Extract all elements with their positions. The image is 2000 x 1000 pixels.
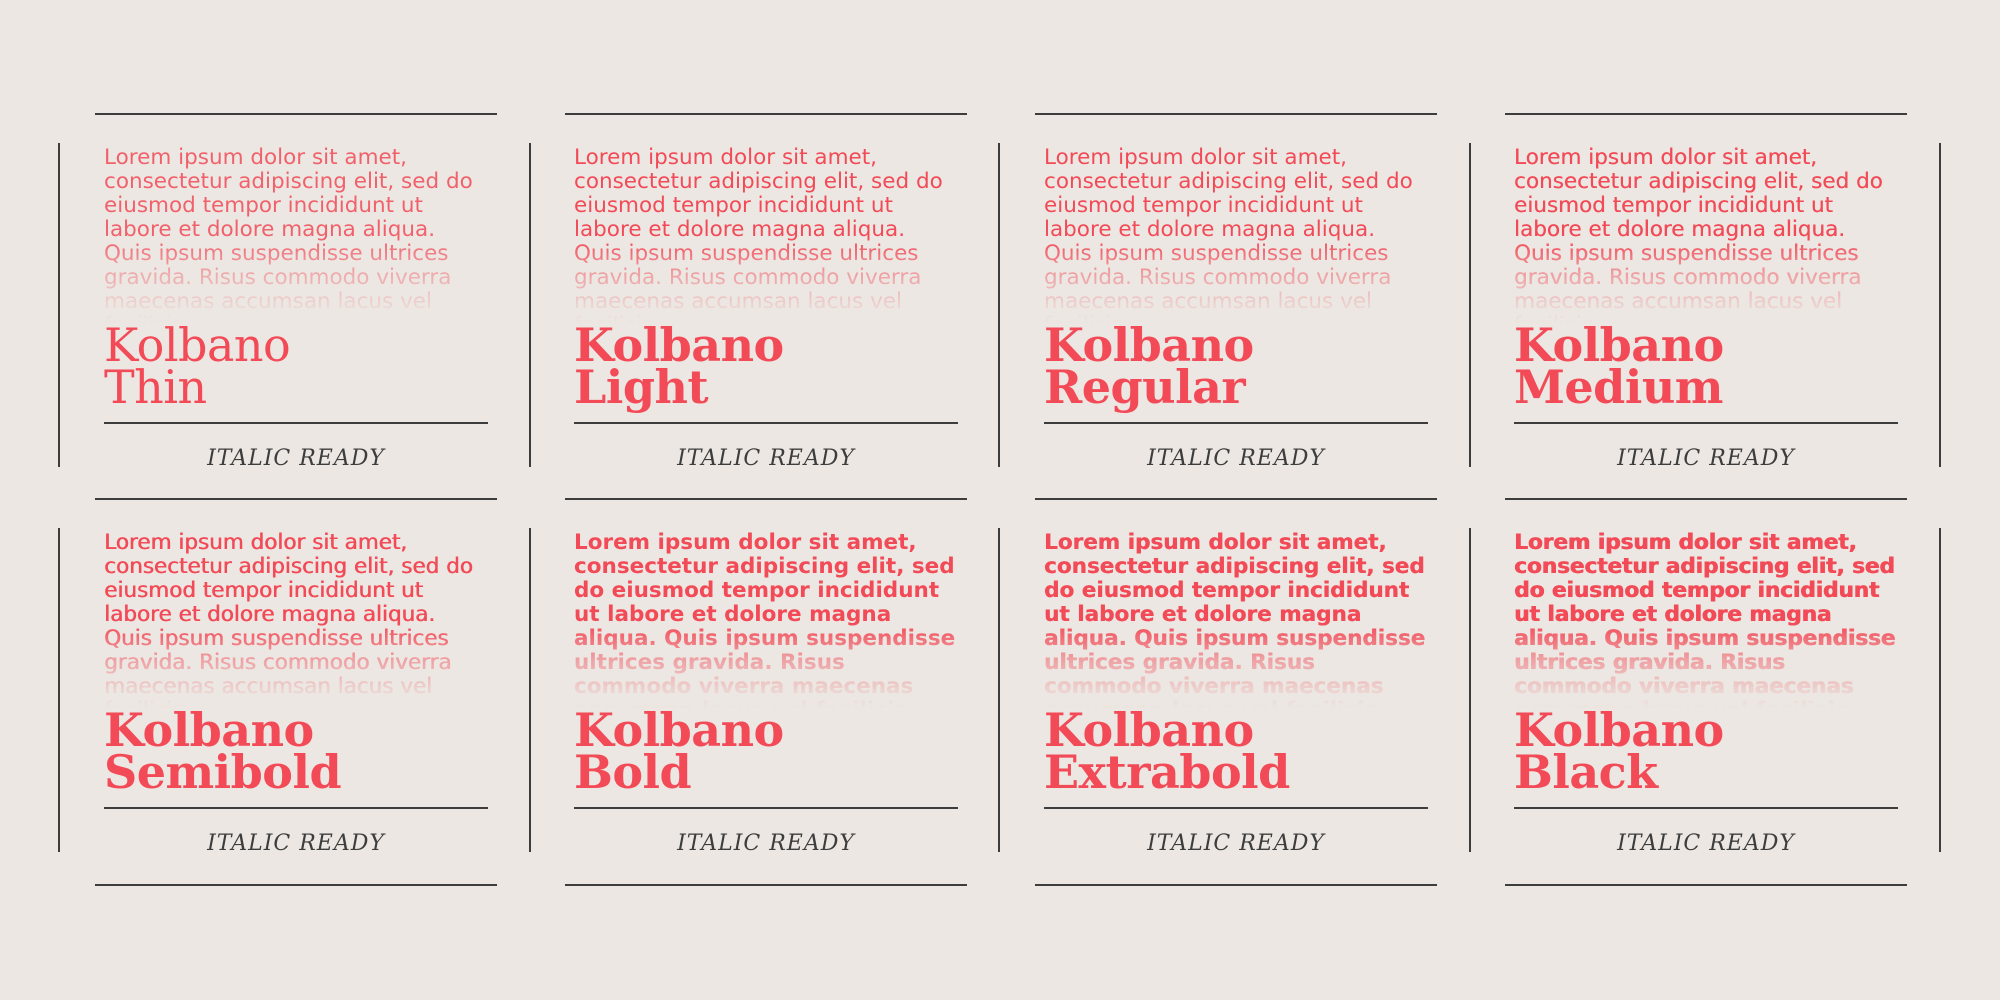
left-rule (529, 143, 531, 467)
weight-name: Light (574, 360, 709, 414)
sample-paragraph: Lorem ipsum dolor sit amet, consectetur … (1514, 146, 1883, 324)
weight-name: Medium (1514, 360, 1723, 414)
specimen-card-medium: Lorem ipsum dolor sit amet, consectetur … (1514, 146, 1898, 506)
divider (1044, 807, 1428, 809)
top-rule (95, 113, 497, 115)
italic-ready-label: ITALIC READY (677, 446, 855, 471)
italic-ready-label: ITALIC READY (1617, 831, 1795, 856)
font-name: Kolbano Semibold (104, 707, 488, 799)
italic-ready-label: ITALIC READY (677, 831, 855, 856)
specimen-card-regular: Lorem ipsum dolor sit amet, consectetur … (1044, 146, 1428, 506)
left-rule (58, 528, 60, 852)
top-rule (1505, 113, 1907, 115)
top-rule (565, 113, 967, 115)
weight-name: Semibold (104, 745, 342, 799)
weight-name: Thin (104, 360, 207, 414)
italic-ready-label: ITALIC READY (1147, 446, 1325, 471)
divider (104, 807, 488, 809)
sample-paragraph: Lorem ipsum dolor sit amet, consectetur … (1044, 531, 1426, 709)
weight-name: Extrabold (1044, 745, 1290, 799)
divider (574, 807, 958, 809)
font-name: Kolbano Light (574, 322, 958, 414)
font-name: Kolbano Extrabold (1044, 707, 1428, 799)
weight-name: Bold (574, 745, 692, 799)
italic-ready-label: ITALIC READY (207, 446, 385, 471)
divider (1514, 807, 1898, 809)
font-name: Kolbano Medium (1514, 322, 1898, 414)
sample-paragraph: Lorem ipsum dolor sit amet, consectetur … (104, 146, 473, 324)
font-name: Kolbano Regular (1044, 322, 1428, 414)
right-rule (1939, 528, 1941, 852)
sample-paragraph: Lorem ipsum dolor sit amet, consectetur … (574, 146, 943, 324)
right-rule (1939, 143, 1941, 467)
font-name: Kolbano Thin (104, 322, 488, 414)
specimen-card-semibold: Lorem ipsum dolor sit amet, consectetur … (104, 531, 488, 891)
left-rule (998, 143, 1000, 467)
left-rule (1469, 143, 1471, 467)
divider (104, 422, 488, 424)
specimen-card-black: Lorem ipsum dolor sit amet, consectetur … (1514, 531, 1898, 891)
left-rule (58, 143, 60, 467)
italic-ready-label: ITALIC READY (207, 831, 385, 856)
divider (574, 422, 958, 424)
sample-paragraph: Lorem ipsum dolor sit amet, consectetur … (1044, 146, 1413, 324)
top-rule (1035, 113, 1437, 115)
weight-name: Black (1514, 745, 1658, 799)
divider (1044, 422, 1428, 424)
divider (1514, 422, 1898, 424)
italic-ready-label: ITALIC READY (1617, 446, 1795, 471)
sample-paragraph: Lorem ipsum dolor sit amet, consectetur … (1514, 531, 1896, 709)
weight-name: Regular (1044, 360, 1246, 414)
font-name: Kolbano Bold (574, 707, 958, 799)
left-rule (998, 528, 1000, 852)
font-name: Kolbano Black (1514, 707, 1898, 799)
italic-ready-label: ITALIC READY (1147, 831, 1325, 856)
specimen-card-thin: Lorem ipsum dolor sit amet, consectetur … (104, 146, 488, 506)
specimen-card-extrabold: Lorem ipsum dolor sit amet, consectetur … (1044, 531, 1428, 891)
specimen-card-light: Lorem ipsum dolor sit amet, consectetur … (574, 146, 958, 506)
left-rule (529, 528, 531, 852)
specimen-card-bold: Lorem ipsum dolor sit amet, consectetur … (574, 531, 958, 891)
left-rule (1469, 528, 1471, 852)
sample-paragraph: Lorem ipsum dolor sit amet, consectetur … (104, 531, 473, 709)
sample-paragraph: Lorem ipsum dolor sit amet, consectetur … (574, 531, 956, 709)
